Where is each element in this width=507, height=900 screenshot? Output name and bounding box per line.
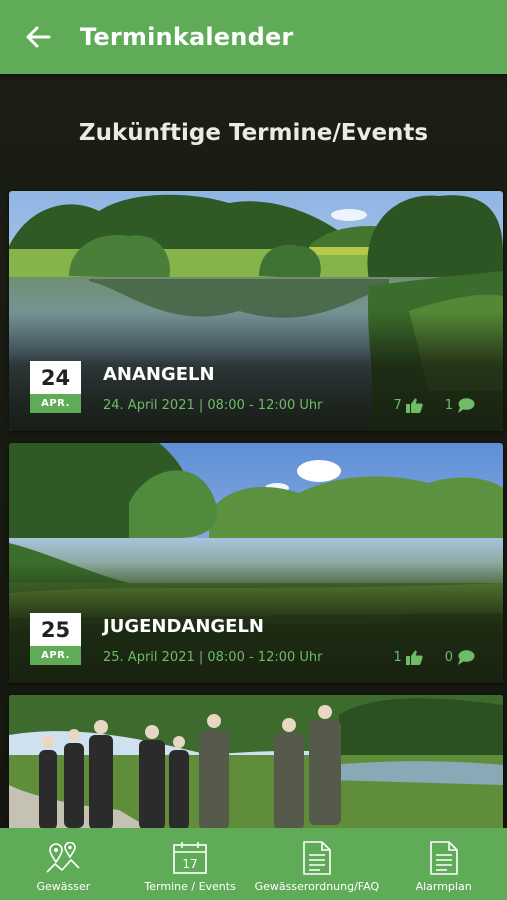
nav-item-alarmplan[interactable]: Alarmplan: [380, 828, 507, 900]
date-day: 24: [30, 361, 81, 394]
event-card[interactable]: 24 APR. ANANGELN 24. April 2021 | 08:00 …: [9, 191, 503, 431]
nav-item-termine[interactable]: 17 Termine / Events: [127, 828, 254, 900]
section-title: Zukünftige Termine/Events: [78, 120, 429, 146]
document-icon: [429, 841, 458, 875]
arrow-left-icon: [26, 26, 51, 48]
page-title: Terminkalender: [80, 23, 294, 51]
event-stats: 1 0: [393, 650, 475, 665]
event-image: [9, 695, 503, 828]
nav-label: Gewässer: [36, 880, 91, 893]
bottom-nav: Gewässer 17 Termine / Events Gewässerord…: [0, 828, 507, 900]
comment-count-value: 1: [444, 398, 453, 413]
nav-label: Alarmplan: [415, 880, 472, 893]
date-day: 25: [30, 613, 81, 646]
card-overlay: [9, 311, 503, 431]
comment-count[interactable]: 0: [445, 650, 475, 665]
event-date: 25. April 2021 | 08:00 - 12:00 Uhr: [103, 650, 323, 665]
nav-label: Termine / Events: [144, 880, 236, 893]
nav-item-gewaesser[interactable]: Gewässer: [0, 828, 127, 900]
event-title: JUGENDANGELN: [103, 616, 264, 637]
date-month: APR.: [30, 646, 81, 665]
back-button[interactable]: [18, 17, 58, 57]
event-date: 24. April 2021 | 08:00 - 12:00 Uhr: [103, 398, 323, 413]
like-count-value: 7: [393, 398, 402, 413]
event-card[interactable]: [9, 695, 503, 828]
thumbs-up-icon: [405, 398, 423, 413]
like-count-value: 1: [393, 650, 402, 665]
event-card[interactable]: 25 APR. JUGENDANGELN 25. April 2021 | 08…: [9, 443, 503, 683]
document-icon: [303, 841, 331, 875]
map-pins-icon: [46, 842, 80, 873]
comment-icon: [458, 398, 475, 413]
like-count[interactable]: 1: [393, 650, 423, 665]
comment-count-value: 0: [444, 650, 453, 665]
like-count[interactable]: 7: [393, 398, 423, 413]
event-list[interactable]: Zukünftige Termine/Events 24 APR. ANANGE…: [0, 74, 507, 828]
calendar-icon: 17: [173, 842, 207, 874]
thumbs-up-icon: [405, 650, 423, 665]
event-stats: 7 1: [393, 398, 475, 413]
app-bar: Terminkalender: [0, 0, 507, 74]
nav-item-gewaesserordnung[interactable]: Gewässerordnung/FAQ: [254, 828, 381, 900]
date-badge: 25 APR.: [30, 613, 81, 665]
comment-icon: [458, 650, 475, 665]
nav-label: Gewässerordnung/FAQ: [254, 880, 380, 893]
calendar-day: 17: [182, 857, 197, 871]
comment-count[interactable]: 1: [445, 398, 475, 413]
date-month: APR.: [30, 394, 81, 413]
date-badge: 24 APR.: [30, 361, 81, 413]
event-title: ANANGELN: [103, 364, 215, 385]
